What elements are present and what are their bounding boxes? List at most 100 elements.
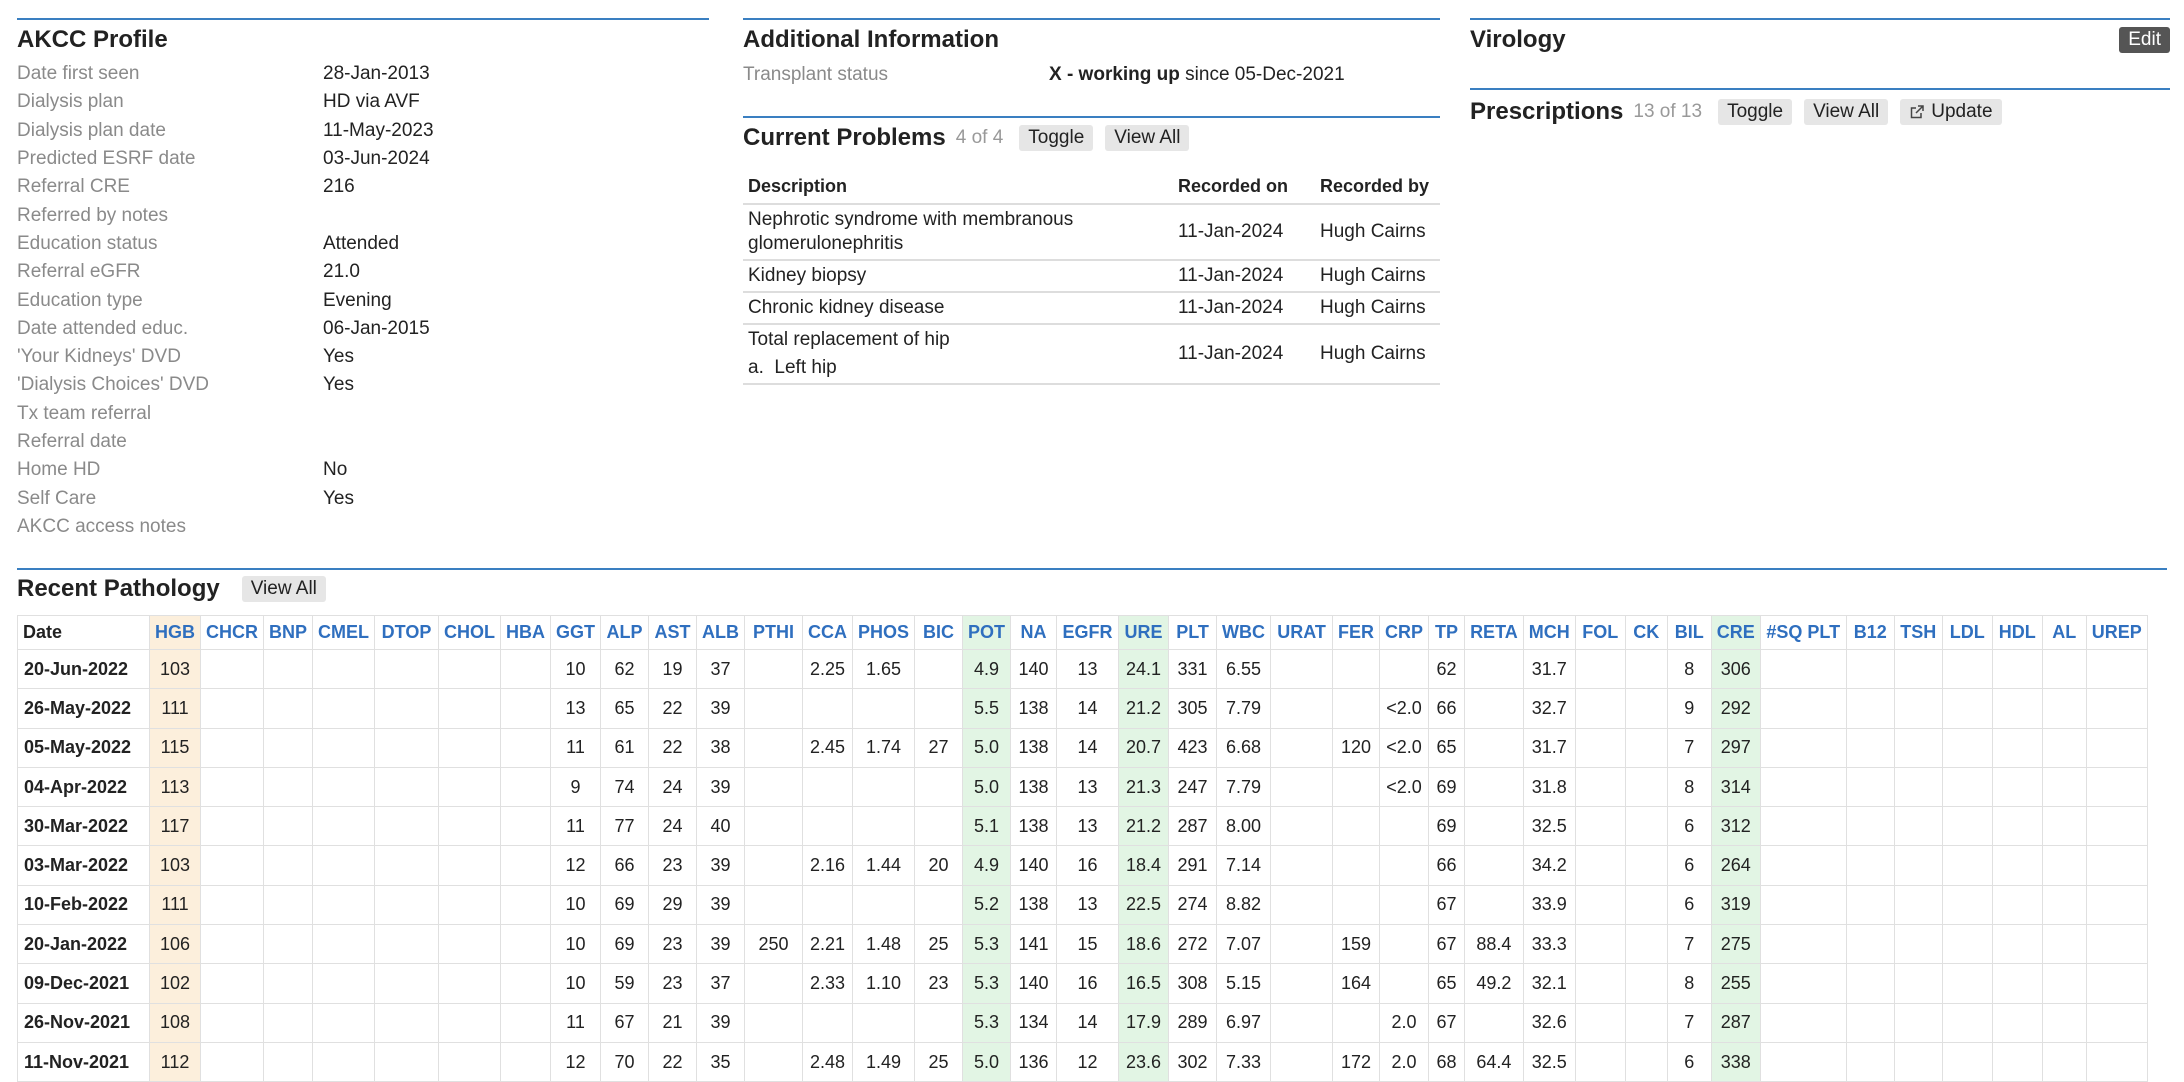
pathology-row[interactable]: 26-May-2022 111 13 65 22 39 5.5 138 14 21.2 305 7.7… bbox=[17, 688, 2148, 729]
pathology-col-tsh[interactable]: TSH bbox=[1893, 615, 1943, 650]
pathology-col-hdl[interactable]: HDL bbox=[1991, 615, 2043, 650]
pathology-value-cell bbox=[438, 648, 502, 690]
pathology-col-chol[interactable]: CHOL bbox=[438, 615, 502, 650]
pathology-value-cell bbox=[1941, 688, 1993, 729]
pathology-col-tp[interactable]: TP bbox=[1428, 615, 1466, 650]
pathology-value-cell: 65 bbox=[600, 688, 650, 729]
pathology-row[interactable]: 11-Nov-2021 112 12 70 22 35 2.48 1.49 25 5.0 136 12… bbox=[17, 1041, 2148, 1082]
pathology-row[interactable]: 10-Feb-2022 111 10 69 29 39 5.2 138 13 22.5 274 8.8… bbox=[17, 884, 2148, 926]
pathology-col-phos[interactable]: PHOS bbox=[852, 615, 916, 650]
pathology-value-cell bbox=[1893, 727, 1943, 768]
pathology-col-ggt[interactable]: GGT bbox=[550, 615, 602, 650]
pathology-value-cell bbox=[1574, 924, 1626, 965]
pathology-value-cell: 8.82 bbox=[1216, 884, 1272, 926]
pathology-header: Recent Pathology View All bbox=[17, 574, 2167, 604]
pathology-value-cell bbox=[802, 766, 854, 808]
pathology-col-pthi[interactable]: PTHI bbox=[744, 615, 804, 650]
pathology-value-cell bbox=[1270, 727, 1334, 768]
pathology-value-cell bbox=[1845, 648, 1895, 690]
pathology-col-ldl[interactable]: LDL bbox=[1941, 615, 1993, 650]
pathology-col-pot[interactable]: POT bbox=[962, 615, 1012, 650]
pathology-col-fer[interactable]: FER bbox=[1332, 615, 1381, 650]
pathology-value-cell bbox=[2085, 688, 2148, 729]
pathology-col-egfr[interactable]: EGFR bbox=[1056, 615, 1120, 650]
pathology-col-date[interactable]: Date bbox=[17, 615, 150, 650]
col-description[interactable]: Description bbox=[743, 170, 1173, 205]
pathology-value-cell bbox=[2085, 884, 2148, 926]
pathology-col-bnp[interactable]: BNP bbox=[262, 615, 314, 650]
pathology-row[interactable]: 30-Mar-2022 117 11 77 24 40 5.1 138 13 21.2 287 8.0… bbox=[17, 806, 2148, 847]
pathology-col-ure[interactable]: URE bbox=[1118, 615, 1170, 650]
problems-title: Current Problems bbox=[743, 124, 946, 151]
pathology-date-cell: 03-Mar-2022 bbox=[17, 845, 150, 886]
pathology-col-fol[interactable]: FOL bbox=[1574, 615, 1626, 650]
pathology-col-crp[interactable]: CRP bbox=[1379, 615, 1430, 650]
pathology-col-alp[interactable]: ALP bbox=[600, 615, 650, 650]
pathology-col-bil[interactable]: BIL bbox=[1666, 615, 1712, 650]
pathology-col-al[interactable]: AL bbox=[2041, 615, 2087, 650]
pathology-col-hgb[interactable]: HGB bbox=[149, 615, 201, 650]
col-recorded-on[interactable]: Recorded on bbox=[1173, 170, 1315, 205]
pathology-row[interactable]: 04-Apr-2022 113 9 74 24 39 5.0 138 13 21.3 247 7.79… bbox=[17, 766, 2148, 808]
pathology-col-ast[interactable]: AST bbox=[648, 615, 698, 650]
pathology-value-cell: 59 bbox=[600, 963, 650, 1004]
pathology-row[interactable]: 09-Dec-2021 102 10 59 23 37 2.33 1.10 23 5.3 140 16… bbox=[17, 963, 2148, 1004]
prescriptions-view-all-button[interactable]: View All bbox=[1804, 99, 1889, 125]
pathology-col-urep[interactable]: UREP bbox=[2085, 615, 2148, 650]
pathology-row[interactable]: 20-Jun-2022 103 10 62 19 37 2.25 1.65 4.9 140 13 24… bbox=[17, 648, 2148, 690]
problem-description: Kidney biopsy bbox=[743, 261, 1173, 293]
pathology-col-chcr[interactable]: CHCR bbox=[200, 615, 264, 650]
pathology-value-cell: 274 bbox=[1168, 884, 1218, 926]
pathology-col-dtop[interactable]: DTOP bbox=[374, 615, 440, 650]
pathology-value-cell: 65 bbox=[1428, 727, 1466, 768]
pathology-value-cell: 17.9 bbox=[1118, 1002, 1170, 1043]
additional-info-panel: Additional Information Transplant status… bbox=[743, 18, 1440, 90]
pathology-view-all-button[interactable]: View All bbox=[241, 576, 326, 602]
pathology-value-cell: 5.3 bbox=[962, 963, 1012, 1004]
pathology-value-cell bbox=[200, 806, 264, 847]
problems-toggle-button[interactable]: Toggle bbox=[1019, 125, 1094, 151]
virology-edit-button[interactable]: Edit bbox=[2119, 27, 2170, 53]
pathology-col-b12[interactable]: B12 bbox=[1845, 615, 1895, 650]
pathology-value-cell: 6 bbox=[1666, 884, 1712, 926]
pathology-col-urat[interactable]: URAT bbox=[1270, 615, 1334, 650]
problem-text: Nephrotic syndrome with membranous glome… bbox=[748, 209, 1074, 254]
pathology-col-alb[interactable]: ALB bbox=[696, 615, 746, 650]
pathology-col-ck[interactable]: CK bbox=[1624, 615, 1668, 650]
pathology-col-bic[interactable]: BIC bbox=[914, 615, 964, 650]
problem-row[interactable]: Nephrotic syndrome with membranous glome… bbox=[743, 205, 1440, 261]
pathology-value-cell: 64.4 bbox=[1464, 1041, 1524, 1082]
pathology-value-cell bbox=[2085, 924, 2148, 965]
pathology-col-reta[interactable]: RETA bbox=[1464, 615, 1524, 650]
pathology-value-cell bbox=[1624, 1002, 1668, 1043]
akcc-field-row: AKCC access notes bbox=[17, 513, 709, 541]
pathology-row[interactable]: 03-Mar-2022 103 12 66 23 39 2.16 1.44 20 4.9 140 16… bbox=[17, 845, 2148, 886]
problem-row[interactable]: Total replacement of hip a. Left hip 11-Ja… bbox=[743, 325, 1440, 385]
pathology-value-cell bbox=[500, 1002, 552, 1043]
pathology-value-cell: 69 bbox=[1428, 806, 1466, 847]
pathology-col-na[interactable]: NA bbox=[1010, 615, 1058, 650]
pathology-col-plt[interactable]: PLT bbox=[1168, 615, 1218, 650]
pathology-value-cell bbox=[1893, 963, 1943, 1004]
problems-view-all-button[interactable]: View All bbox=[1105, 125, 1190, 151]
pathology-value-cell: 297 bbox=[1710, 727, 1761, 768]
pathology-col-cmel[interactable]: CMEL bbox=[312, 615, 376, 650]
problem-row[interactable]: Kidney biopsy 11-Jan-2024 Hugh Cairns bbox=[743, 261, 1440, 293]
pathology-row[interactable]: 20-Jan-2022 106 10 69 23 39 250 2.21 1.48 25 5.3 14… bbox=[17, 924, 2148, 965]
pathology-value-cell bbox=[914, 806, 964, 847]
pathology-col-cca[interactable]: CCA bbox=[802, 615, 854, 650]
problem-row[interactable]: Chronic kidney disease 11-Jan-2024 Hugh Ca… bbox=[743, 293, 1440, 325]
pathology-col-cre[interactable]: CRE bbox=[1710, 615, 1761, 650]
pathology-col-sq-plt[interactable]: #SQ PLT bbox=[1759, 615, 1847, 650]
prescriptions-toggle-button[interactable]: Toggle bbox=[1718, 99, 1793, 125]
pathology-row[interactable]: 05-May-2022 115 11 61 22 38 2.45 1.74 27 5.0 138 14… bbox=[17, 727, 2148, 768]
pathology-value-cell: 6 bbox=[1666, 845, 1712, 886]
pathology-col-mch[interactable]: MCH bbox=[1522, 615, 1576, 650]
pathology-col-wbc[interactable]: WBC bbox=[1216, 615, 1272, 650]
col-recorded-by[interactable]: Recorded by bbox=[1315, 170, 1440, 205]
pathology-col-hba[interactable]: HBA bbox=[500, 615, 552, 650]
prescriptions-update-button[interactable]: Update bbox=[1900, 99, 2002, 125]
pathology-row[interactable]: 26-Nov-2021 108 11 67 21 39 5.3 134 14 17.9 289 6.9… bbox=[17, 1002, 2148, 1043]
pathology-value-cell bbox=[438, 806, 502, 847]
pathology-value-cell bbox=[2041, 845, 2087, 886]
